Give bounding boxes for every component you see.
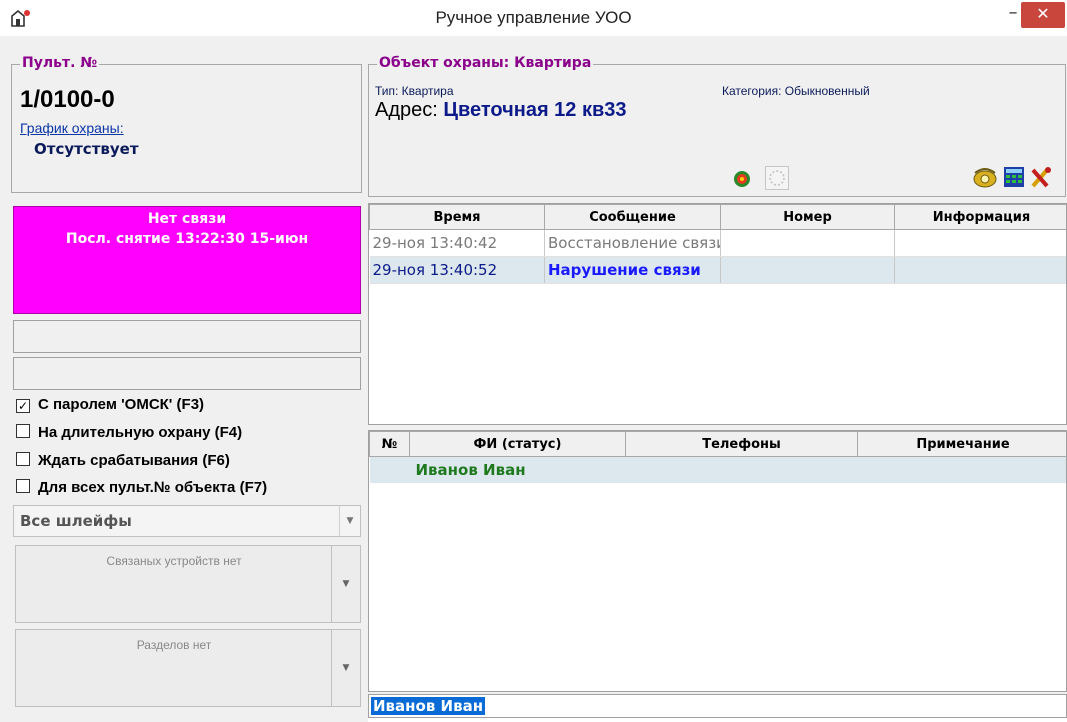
checkbox-box[interactable] <box>16 452 30 466</box>
column-header-time[interactable]: Время <box>369 204 545 230</box>
event-info <box>894 256 1066 284</box>
status-line1: Нет связи <box>147 211 227 227</box>
contact-num <box>369 456 410 483</box>
loops-select[interactable]: Все шлейфы ▼ <box>13 505 361 537</box>
table-row[interactable]: 29-ноя 13:40:52 Нарушение связи <box>369 256 1066 284</box>
option-all-pults-checkbox[interactable]: Для всех пульт.№ объекта (F7) <box>16 479 267 499</box>
address-value: Цветочная 12 кв33 <box>443 99 627 121</box>
info-field-1 <box>13 320 361 353</box>
loops-select-value: Все шлейфы <box>20 512 132 530</box>
info-field-2 <box>13 357 361 390</box>
schedule-link[interactable]: График охраны: <box>20 120 124 136</box>
chevron-down-icon[interactable]: ▼ <box>339 506 360 536</box>
event-message: Восстановление связи <box>544 229 721 257</box>
object-category: Категория: Обыкновенный <box>722 84 870 98</box>
option-long-guard-checkbox[interactable]: На длительную охрану (F4) <box>16 424 242 444</box>
contact-note <box>857 456 1066 483</box>
column-header-info[interactable]: Информация <box>894 204 1066 230</box>
column-header-name[interactable]: ФИ (статус) <box>409 431 626 457</box>
table-row[interactable]: 29-ноя 13:40:42 Восстановление связи <box>369 229 1066 257</box>
checkbox-box[interactable] <box>16 424 30 438</box>
schedule-value: Отсутствует <box>34 140 139 158</box>
event-info <box>894 229 1066 257</box>
column-header-num[interactable]: № <box>369 431 410 457</box>
contacts-table[interactable]: № ФИ (статус) Телефоны Примечание Иванов… <box>368 430 1067 692</box>
checkbox-box[interactable]: ✓ <box>16 399 30 413</box>
event-number <box>720 256 895 284</box>
status-line2: Посл. снятие 13:22:30 15-июн <box>65 231 309 247</box>
sections-dropdown-label: Разделов нет <box>136 638 212 652</box>
contact-name: Иванов Иван <box>409 456 626 483</box>
pult-number: 1/0100-0 <box>20 86 115 113</box>
object-group <box>368 64 1066 197</box>
option-password-checkbox[interactable]: ✓ С паролем 'ОМСК' (F3) <box>16 396 204 416</box>
column-header-message[interactable]: Сообщение <box>544 204 721 230</box>
phone-icon[interactable] <box>972 166 998 188</box>
event-number <box>720 229 895 257</box>
contact-phones <box>625 456 858 483</box>
events-table[interactable]: Время Сообщение Номер Информация 29-ноя … <box>368 203 1067 425</box>
alarm-icon[interactable] <box>733 170 751 188</box>
object-type: Тип: Квартира <box>375 84 454 98</box>
tools-icon[interactable] <box>1029 166 1053 188</box>
name-input-overlay <box>368 718 1067 722</box>
window-title: Ручное управление УОО <box>435 8 632 27</box>
column-header-number[interactable]: Номер <box>720 204 895 230</box>
devices-dropdown-label: Связаных устройств нет <box>106 554 242 568</box>
chevron-down-icon[interactable]: ▼ <box>331 546 360 622</box>
status-circle-icon[interactable] <box>765 166 789 190</box>
devices-dropdown[interactable]: Связаных устройств нет ▼ <box>15 545 361 623</box>
status-panel: Нет связи Посл. снятие 13:22:30 15-июн <box>13 206 361 314</box>
chevron-down-icon[interactable]: ▼ <box>331 630 360 706</box>
contact-name-input[interactable]: Иванов Иван <box>368 694 1067 718</box>
sections-dropdown[interactable]: Разделов нет ▼ <box>15 629 361 707</box>
calculator-icon[interactable] <box>1004 167 1024 187</box>
close-button[interactable]: ✕ <box>1021 2 1065 28</box>
object-legend: Объект охраны: Квартира <box>377 55 594 71</box>
contact-name-input-value: Иванов Иван <box>371 697 486 715</box>
address-prefix: Адрес: <box>375 99 444 121</box>
object-address: Адрес: Цветочная 12 кв33 <box>375 99 627 122</box>
checkbox-box[interactable] <box>16 479 30 493</box>
column-header-phones[interactable]: Телефоны <box>625 431 858 457</box>
event-time: 29-ноя 13:40:42 <box>369 229 545 257</box>
table-row[interactable]: Иванов Иван <box>369 456 1066 483</box>
option-wait-trigger-checkbox[interactable]: Ждать срабатывания (F6) <box>16 452 230 472</box>
event-time: 29-ноя 13:40:52 <box>369 256 545 284</box>
pult-legend: Пульт. № <box>20 55 100 71</box>
event-message: Нарушение связи <box>544 256 721 284</box>
column-header-note[interactable]: Примечание <box>857 431 1066 457</box>
